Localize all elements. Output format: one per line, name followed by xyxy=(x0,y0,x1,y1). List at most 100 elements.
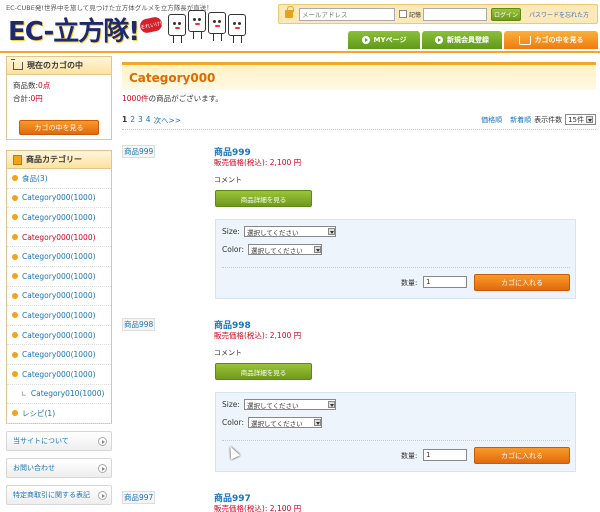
site-logo[interactable]: EC-立方隊! xyxy=(8,11,140,47)
login-button[interactable]: ログイン xyxy=(491,8,521,21)
login-bar: 記憶 ログイン パスワードを忘れた方 xyxy=(278,4,598,24)
logo-badge: それいけ! xyxy=(138,15,164,35)
divider xyxy=(222,440,570,441)
category-box-title-text: 商品カテゴリー xyxy=(26,155,82,164)
sort-by-price-link[interactable]: 価格順 xyxy=(481,115,502,125)
category-item[interactable]: Category000(1000) xyxy=(7,365,111,385)
bullet-icon xyxy=(12,292,18,299)
bullet-icon xyxy=(12,253,18,260)
book-icon xyxy=(13,154,22,165)
chevron-down-icon xyxy=(327,401,335,408)
forgot-password-link[interactable]: パスワードを忘れた方 xyxy=(529,10,589,19)
cart-box-title: 現在のカゴの中 xyxy=(7,57,111,75)
size-select[interactable]: 選択してください xyxy=(243,399,336,410)
product-item: 商品997 商品997 販売価格(税込): 2,100 円 xyxy=(118,491,598,512)
category-item[interactable]: Category000(1000) xyxy=(7,247,111,267)
cart-count-line: 商品数:0点 xyxy=(7,75,111,91)
add-to-cart-button[interactable]: カゴに入れる xyxy=(474,274,570,291)
nav-mypage-button[interactable]: MYページ xyxy=(348,31,420,49)
nav-register-button[interactable]: 新規会員登録 xyxy=(422,31,502,49)
nav-mypage-label: MYページ xyxy=(373,36,407,44)
arrow-circle-icon xyxy=(98,437,107,446)
bullet-icon xyxy=(12,175,18,182)
divider xyxy=(122,129,596,130)
category-item[interactable]: Category000(1000) xyxy=(7,326,111,346)
color-select[interactable]: 選択してください xyxy=(247,417,322,428)
product-comment: コメント xyxy=(214,176,242,184)
category-item[interactable]: レシピ(1) xyxy=(7,404,111,424)
page-link[interactable]: 2 xyxy=(130,115,135,126)
product-comment: コメント xyxy=(214,349,242,357)
color-label: Color: xyxy=(222,418,244,427)
page-link[interactable]: 3 xyxy=(138,115,143,126)
product-item: 商品999 商品999 販売価格(税込): 2,100 円 コメント 商品詳細を… xyxy=(118,145,598,310)
result-count-number: 1000件 xyxy=(122,94,149,103)
cart-summary-box: 現在のカゴの中 商品数:0点 合計:0円 カゴの中を見る xyxy=(6,56,112,140)
sort-bar: 価格順 新着順 表示件数 15件 xyxy=(481,114,596,125)
per-page-select[interactable]: 15件 xyxy=(565,114,596,125)
result-count: 1000件の商品がございます。 xyxy=(122,93,223,104)
bullet-icon xyxy=(12,332,18,339)
category-item[interactable]: Category000(1000) xyxy=(7,306,111,326)
arrow-circle-icon xyxy=(98,491,107,500)
category-item[interactable]: 食品(3) xyxy=(7,169,111,189)
category-item[interactable]: Category000(1000) xyxy=(7,208,111,228)
category-item[interactable]: Category000(1000) xyxy=(7,267,111,287)
cart-total-line: 合計:0円 xyxy=(7,91,111,104)
quantity-label: 数量: xyxy=(401,279,418,287)
page-link[interactable]: 4 xyxy=(146,115,151,126)
arrow-circle-icon xyxy=(98,464,107,473)
product-detail-button[interactable]: 商品詳細を見る xyxy=(215,363,312,380)
product-detail-button[interactable]: 商品詳細を見る xyxy=(215,190,312,207)
page-next-link[interactable]: 次へ>> xyxy=(154,115,182,126)
bullet-icon xyxy=(12,234,18,241)
category-item[interactable]: Category000(1000) xyxy=(7,345,111,365)
arrow-circle-icon xyxy=(361,36,370,44)
sort-by-new-link[interactable]: 新着順 xyxy=(510,115,531,125)
bullet-icon xyxy=(12,351,18,358)
per-page-label: 表示件数 xyxy=(534,115,563,124)
email-field[interactable] xyxy=(299,8,395,21)
pagination: 1 2 3 4 次へ>> xyxy=(122,115,181,126)
quantity-input[interactable]: 1 xyxy=(423,449,467,461)
product-price: 販売価格(税込): 2,100 円 xyxy=(214,504,302,512)
product-thumbnail[interactable]: 商品998 xyxy=(122,318,156,331)
subcategory-item[interactable]: ∟ Category010(1000) xyxy=(7,385,111,405)
commerce-law-link[interactable]: 特定商取引に関する表記 xyxy=(6,485,112,505)
site-header: EC-CUBE発!世界中を旅して見つけた立方体グルメを立方隊長が直送！ EC-立… xyxy=(0,0,600,53)
about-site-link[interactable]: 当サイトについて xyxy=(6,431,112,451)
mascot-illustration xyxy=(168,8,248,50)
contact-link[interactable]: お問い合わせ xyxy=(6,458,112,478)
logo-text: EC-立方隊! xyxy=(8,17,140,47)
chevron-down-icon xyxy=(586,116,593,123)
quantity-input[interactable]: 1 xyxy=(423,276,467,288)
nav-cart-button[interactable]: カゴの中を見る xyxy=(504,31,598,49)
remember-checkbox[interactable] xyxy=(399,10,407,18)
size-select[interactable]: 選択してください xyxy=(243,226,336,237)
page-title: Category000 xyxy=(122,62,596,90)
mascot-icon xyxy=(168,14,186,43)
add-to-cart-button[interactable]: カゴに入れる xyxy=(474,447,570,464)
category-box: 商品カテゴリー 食品(3) Category000(1000) Category… xyxy=(6,150,112,424)
color-row: Color: 選択してください xyxy=(222,244,322,255)
bullet-icon xyxy=(12,371,18,378)
divider xyxy=(222,267,570,268)
category-item-active[interactable]: Category000(1000) xyxy=(7,228,111,248)
result-count-text: の商品がございます。 xyxy=(148,94,223,103)
mascot-icon xyxy=(188,10,206,39)
nav-cart-label: カゴの中を見る xyxy=(534,36,584,44)
chevron-down-icon xyxy=(313,246,321,253)
password-field[interactable] xyxy=(423,8,487,21)
color-select[interactable]: 選択してください xyxy=(247,244,322,255)
product-options-box: Size: 選択してください Color: 選択してください 数量: 1 カゴに… xyxy=(215,219,576,299)
product-thumbnail[interactable]: 商品999 xyxy=(122,145,156,158)
view-cart-button[interactable]: カゴの中を見る xyxy=(19,120,99,135)
page-current: 1 xyxy=(122,115,128,124)
category-item[interactable]: Category000(1000) xyxy=(7,189,111,209)
category-item[interactable]: Category000(1000) xyxy=(7,287,111,307)
product-thumbnail[interactable]: 商品997 xyxy=(122,491,156,504)
color-row: Color: 選択してください xyxy=(222,417,322,428)
product-price: 販売価格(税込): 2,100 円 xyxy=(214,331,302,340)
chevron-down-icon xyxy=(327,228,335,235)
sidebar: 現在のカゴの中 商品数:0点 合計:0円 カゴの中を見る 商品カテゴリー 食品(… xyxy=(6,56,112,512)
